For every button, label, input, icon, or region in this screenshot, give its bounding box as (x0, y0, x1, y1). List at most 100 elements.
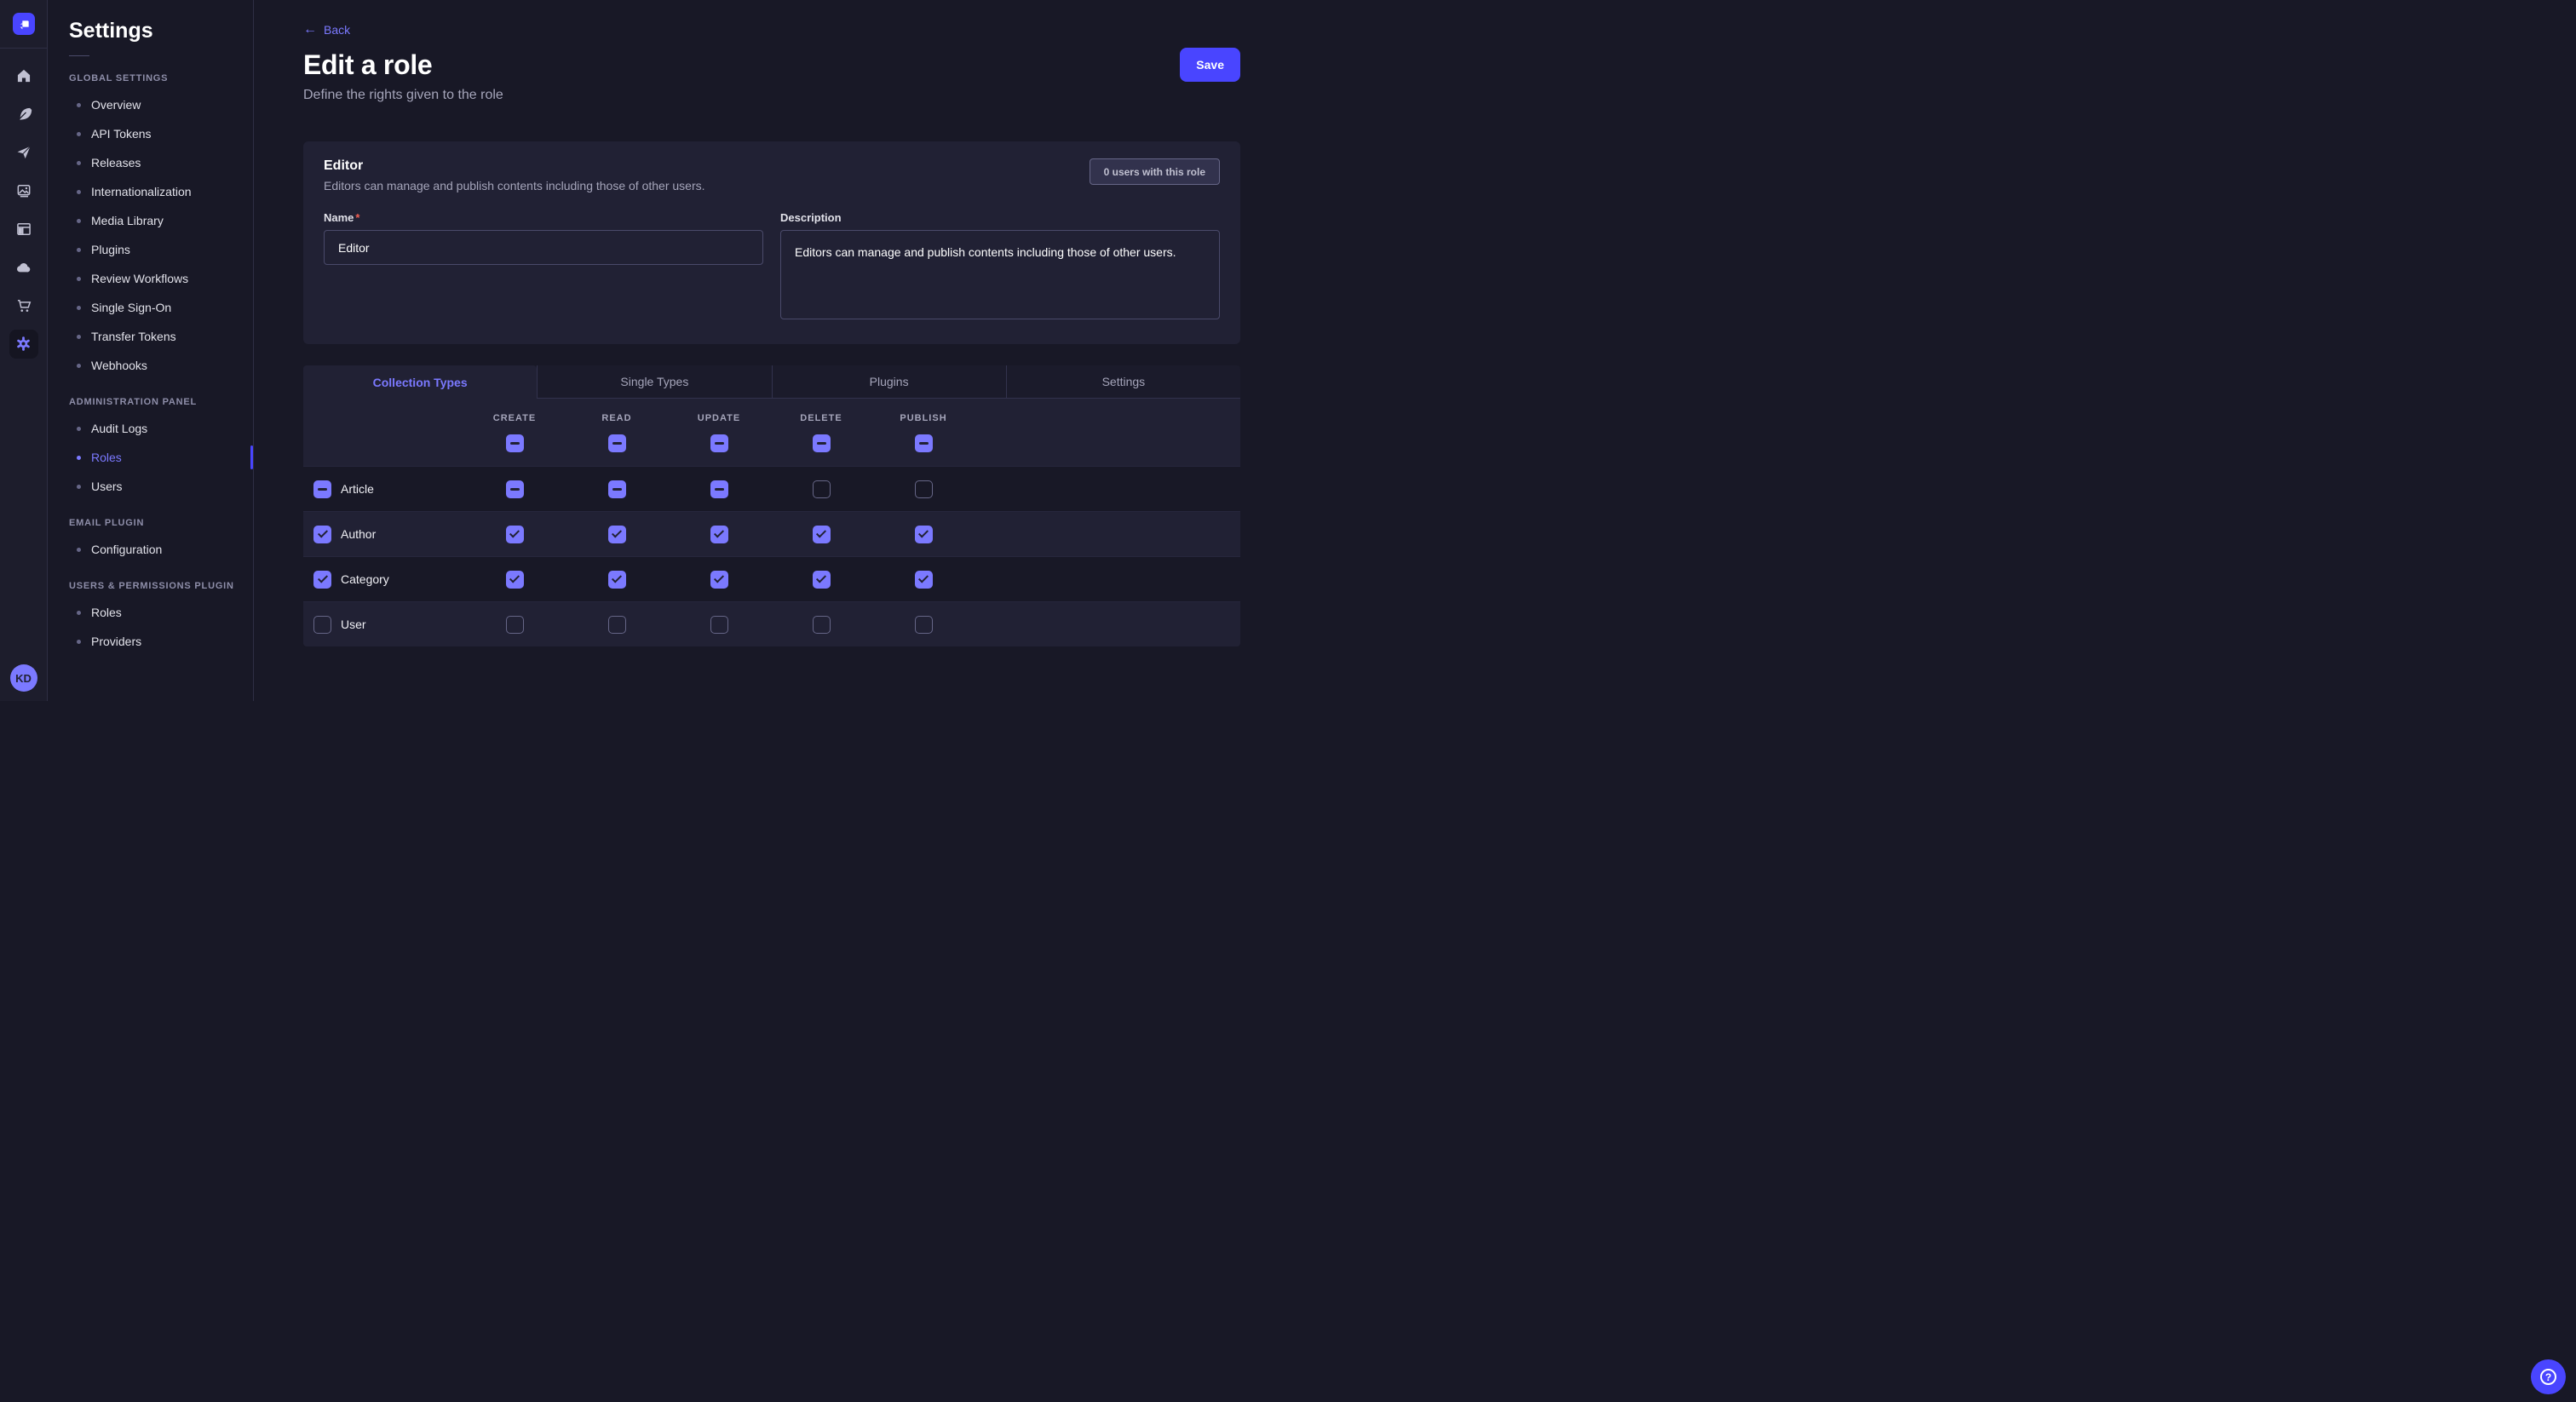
description-textarea[interactable]: Editors can manage and publish contents … (780, 230, 1220, 319)
subnav-section-global-settings: GLOBAL SETTINGSOverviewAPI TokensRelease… (48, 73, 253, 380)
bullet-icon (77, 277, 81, 281)
user-read-checkbox[interactable] (608, 616, 626, 634)
article-read-checkbox[interactable] (608, 480, 626, 498)
subnav-item-plugins[interactable]: Plugins (48, 235, 253, 264)
select-all-delete-checkbox[interactable] (813, 434, 831, 452)
subnav-item-api-tokens[interactable]: API Tokens (48, 119, 253, 148)
tab-plugins[interactable]: Plugins (772, 365, 1006, 399)
category-delete-cell (770, 571, 872, 589)
rail-item-deploy[interactable] (0, 133, 47, 171)
subnav-item-roles[interactable]: Roles (48, 443, 253, 472)
subnav-item-internationalization[interactable]: Internationalization (48, 177, 253, 206)
subnav-item-review-workflows[interactable]: Review Workflows (48, 264, 253, 293)
select-all-cell-update (668, 434, 770, 452)
settings-subnav: Settings GLOBAL SETTINGSOverviewAPI Toke… (48, 0, 254, 701)
rail-item-content-manager[interactable] (0, 95, 47, 133)
select-all-create-checkbox[interactable] (506, 434, 524, 452)
rail-item-marketplace[interactable] (0, 286, 47, 325)
bullet-icon (77, 219, 81, 223)
tab-label: Settings (1102, 375, 1146, 388)
permissions-panel: CREATEREADUPDATEDELETEPUBLISH ArticleAut… (303, 399, 1240, 646)
strapi-logo-slot[interactable] (0, 0, 47, 49)
main-content: ← Back Edit a role Save Define the right… (254, 0, 1288, 701)
permission-row-author: Author (303, 511, 1240, 556)
rail-item-home[interactable] (0, 56, 47, 95)
subnav-item-label: Webhooks (91, 359, 147, 372)
user-avatar[interactable]: KD (10, 664, 37, 692)
author-delete-checkbox[interactable] (813, 526, 831, 543)
user-publish-cell (872, 616, 975, 634)
user-delete-checkbox[interactable] (813, 616, 831, 634)
select-all-publish-checkbox[interactable] (915, 434, 933, 452)
bullet-icon (77, 456, 81, 460)
settings-gear-icon (9, 330, 38, 359)
category-publish-checkbox[interactable] (915, 571, 933, 589)
select-all-update-checkbox[interactable] (710, 434, 728, 452)
article-publish-checkbox[interactable] (915, 480, 933, 498)
checkbox-mark (918, 527, 929, 537)
rail-item-content-type-builder[interactable] (0, 210, 47, 248)
subnav-item-label: Roles (91, 451, 122, 464)
select-all-read-checkbox[interactable] (608, 434, 626, 452)
category-create-checkbox[interactable] (506, 571, 524, 589)
category-update-checkbox[interactable] (710, 571, 728, 589)
checkbox-mark (612, 488, 622, 491)
user-create-cell (463, 616, 566, 634)
rail-item-cloud[interactable] (0, 248, 47, 286)
category-read-checkbox[interactable] (608, 571, 626, 589)
permissions-header: CREATEREADUPDATEDELETEPUBLISH (303, 399, 1240, 466)
subnav-item-media-library[interactable]: Media Library (48, 206, 253, 235)
subnav-item-single-sign-on[interactable]: Single Sign-On (48, 293, 253, 322)
tab-label: Collection Types (373, 376, 468, 389)
help-button[interactable]: ? (2531, 1359, 2566, 1394)
subnav-item-transfer-tokens[interactable]: Transfer Tokens (48, 322, 253, 351)
user-publish-checkbox[interactable] (915, 616, 933, 634)
title-divider (69, 55, 89, 56)
author-delete-cell (770, 526, 872, 543)
subnav-item-audit-logs[interactable]: Audit Logs (48, 414, 253, 443)
app-shell: KD Settings GLOBAL SETTINGSOverviewAPI T… (0, 0, 1288, 701)
author-publish-checkbox[interactable] (915, 526, 933, 543)
tab-collection-types[interactable]: Collection Types (303, 365, 537, 399)
subnav-item-overview[interactable]: Overview (48, 90, 253, 119)
column-header-publish: PUBLISH (872, 413, 975, 423)
user-create-checkbox[interactable] (506, 616, 524, 634)
subnav-item-configuration[interactable]: Configuration (48, 535, 253, 564)
bullet-icon (77, 335, 81, 339)
feather-icon (15, 106, 32, 123)
tab-bar: Collection Types Single TypesPlugins Setti… (303, 365, 1240, 399)
name-input[interactable] (324, 230, 763, 265)
article-create-checkbox[interactable] (506, 480, 524, 498)
article-delete-checkbox[interactable] (813, 480, 831, 498)
rail-item-media-library[interactable] (0, 171, 47, 210)
bullet-icon (77, 103, 81, 107)
save-button[interactable]: Save (1180, 48, 1240, 82)
tab-single-types[interactable]: Single Types (537, 365, 771, 399)
checkbox-mark (612, 527, 622, 537)
subnav-item-releases[interactable]: Releases (48, 148, 253, 177)
rail-item-settings[interactable] (0, 325, 47, 363)
back-link[interactable]: ← Back (303, 23, 350, 37)
author-read-checkbox[interactable] (608, 526, 626, 543)
article-row-checkbox[interactable] (313, 480, 331, 498)
subnav-item-users[interactable]: Users (48, 472, 253, 501)
author-update-checkbox[interactable] (710, 526, 728, 543)
author-row-checkbox[interactable] (313, 526, 331, 543)
article-publish-cell (872, 480, 975, 498)
subnav-item-label: Roles (91, 606, 122, 619)
bullet-icon (77, 611, 81, 615)
subnav-item-roles[interactable]: Roles (48, 598, 253, 627)
checkbox-mark (918, 572, 929, 583)
category-row-checkbox[interactable] (313, 571, 331, 589)
user-update-checkbox[interactable] (710, 616, 728, 634)
subnav-item-providers[interactable]: Providers (48, 627, 253, 656)
tab-settings[interactable]: Settings (1006, 365, 1240, 399)
category-delete-checkbox[interactable] (813, 571, 831, 589)
subnav-item-webhooks[interactable]: Webhooks (48, 351, 253, 380)
users-count-badge[interactable]: 0 users with this role (1090, 158, 1220, 185)
author-update-cell (668, 526, 770, 543)
article-update-checkbox[interactable] (710, 480, 728, 498)
user-row-checkbox[interactable] (313, 616, 331, 634)
bullet-icon (77, 132, 81, 136)
author-create-checkbox[interactable] (506, 526, 524, 543)
